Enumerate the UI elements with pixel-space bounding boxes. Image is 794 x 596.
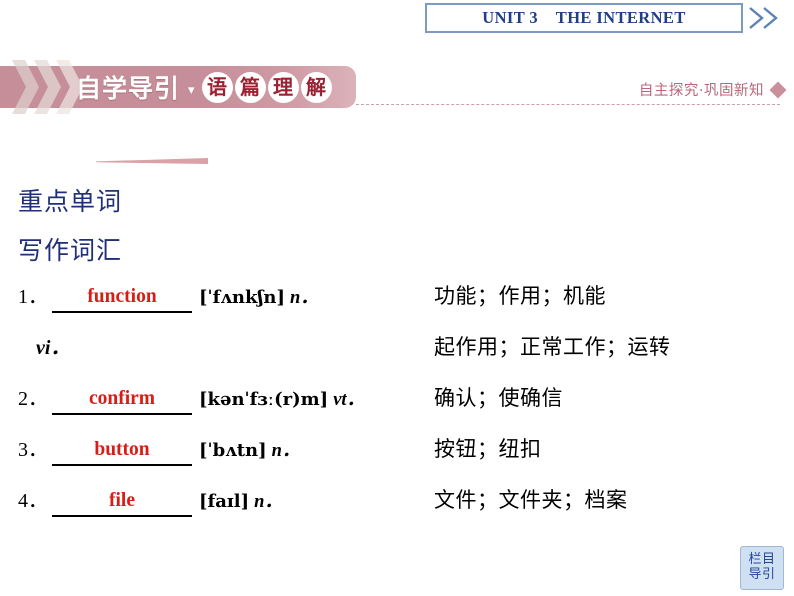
vocab-answer: confirm	[88, 388, 156, 409]
vocab-phonetic: [ˈfʌnkʃn]	[199, 287, 286, 308]
vocab-meaning: 文件；文件夹；档案	[434, 488, 628, 512]
unit-title-banner: UNIT 3 THE INTERNET	[425, 3, 743, 33]
vocab-entry-left: vi．	[0, 331, 430, 360]
vocab-answer-blank[interactable]: function	[52, 286, 192, 313]
vocab-meaning: 起作用；正常工作；运转	[434, 335, 671, 359]
vocab-number: 3．	[18, 439, 48, 461]
section-title-separator: ▾	[188, 82, 195, 98]
vocab-entry-left: 2． confirm [kənˈfɜː(r)m] vt．	[0, 382, 430, 415]
vocab-answer: button	[94, 439, 150, 460]
unit-title-text: UNIT 3 THE INTERNET	[482, 8, 686, 27]
vocab-number: 4．	[18, 490, 48, 512]
vocab-number: 1．	[18, 286, 48, 308]
heading-key-words: 重点单词	[18, 187, 123, 216]
section-nav-button[interactable]: 栏目 导引	[740, 546, 784, 590]
vocab-entry-left: 4． file [faɪl] n．	[0, 484, 430, 517]
vocab-row: 4． file [faɪl] n． 文件；文件夹；档案	[0, 484, 794, 535]
slide-canvas: UNIT 3 THE INTERNET 自学导引 ▾ 语 篇 理 解 自主探究·…	[0, 0, 794, 596]
vocab-part-of-speech: n．	[271, 441, 301, 461]
vocab-row: 2． confirm [kənˈfɜː(r)m] vt． 确认；使确信	[0, 382, 794, 433]
circled-char: 理	[267, 71, 299, 103]
circled-char: 语	[201, 71, 233, 103]
circled-char: 解	[300, 71, 332, 103]
chevron-right-icon	[763, 7, 778, 29]
decorative-accent-line	[96, 158, 208, 164]
vocab-phonetic: [kənˈfɜː(r)m]	[199, 389, 329, 410]
vocab-phonetic: [faɪl]	[199, 491, 250, 512]
vocab-phonetic: [ˈbʌtn]	[199, 440, 267, 461]
vocab-row: vi． 起作用；正常工作；运转	[0, 331, 794, 382]
vocab-meaning: 功能；作用；机能	[434, 284, 606, 308]
vocab-answer-blank[interactable]: button	[52, 439, 192, 466]
section-title-group: 自学导引 ▾ 语 篇 理 解	[76, 66, 334, 108]
vocab-entry-left: 1． function [ˈfʌnkʃn] n．	[0, 280, 430, 313]
vocab-number: 2．	[18, 388, 48, 410]
vocab-row: 1． function [ˈfʌnkʃn] n． 功能；作用；机能	[0, 280, 794, 331]
vocab-part-of-speech: vt．	[333, 390, 366, 410]
vocab-part-of-speech: n．	[290, 288, 319, 308]
dashed-divider	[356, 104, 780, 105]
diamond-marker-icon	[769, 81, 787, 99]
circled-char: 篇	[234, 71, 266, 103]
vocab-part-of-speech: n．	[254, 492, 283, 512]
vocab-answer: file	[109, 490, 135, 511]
vocabulary-list: 1． function [ˈfʌnkʃn] n． 功能；作用；机能 vi． 起作…	[0, 280, 794, 535]
vocab-answer: function	[87, 286, 157, 307]
section-subtitle: 自主探究·巩固新知	[638, 83, 764, 99]
nav-button-line-1: 栏目	[748, 552, 776, 568]
nav-button-line-2: 导引	[748, 567, 776, 582]
vocab-answer-blank[interactable]: confirm	[52, 388, 192, 415]
vocab-answer-blank[interactable]: file	[52, 490, 192, 517]
vocab-meaning: 按钮；纽扣	[434, 437, 542, 461]
section-title-main: 自学导引	[76, 74, 181, 103]
vocab-meaning: 确认；使确信	[434, 386, 563, 410]
vocab-part-of-speech: vi．	[36, 337, 71, 359]
vocab-row: 3． button [ˈbʌtn] n． 按钮；纽扣	[0, 433, 794, 484]
vocab-entry-left: 3． button [ˈbʌtn] n．	[0, 433, 430, 466]
heading-writing-vocab: 写作词汇	[18, 236, 123, 265]
